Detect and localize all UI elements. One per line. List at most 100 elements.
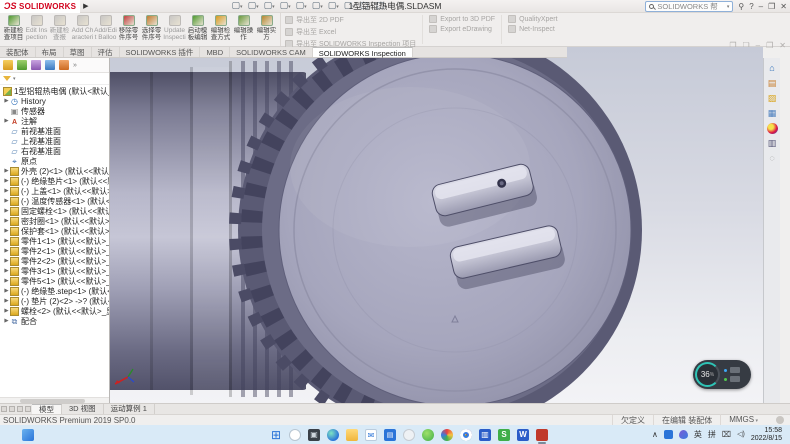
ribbon-tab[interactable]: 布局 <box>36 47 64 57</box>
expand-arrow-icon[interactable]: ▶ <box>3 248 10 254</box>
task-pane-icon[interactable] <box>767 78 778 89</box>
tree-item[interactable]: ▶ (-) 绝缘垫.step<1> (默认<<默认 <box>0 286 109 296</box>
quick-access-icon[interactable]: ▢▾ <box>296 0 307 12</box>
tree-item[interactable]: ▶ 固定螺栓<1> (默认<<默认>_显示 <box>0 206 109 216</box>
tree-item[interactable]: ▶ 保护套<1> (默认<<默认>_显示状 <box>0 226 109 236</box>
document-tab[interactable]: 运动算例 1 <box>104 404 155 414</box>
close-button[interactable]: ✕ <box>780 2 787 11</box>
user-account-icon[interactable]: ⚲ <box>738 2 744 11</box>
document-tab[interactable]: 3D 视图 <box>62 404 104 414</box>
ribbon-button[interactable]: Add/Edit Balloons <box>94 14 117 46</box>
feature-tree-tab-icon[interactable] <box>3 60 13 70</box>
quick-access-icon[interactable]: ▢▾ <box>344 0 355 12</box>
filter-dropdown-icon[interactable]: ▾ <box>13 76 16 82</box>
ribbon-tab[interactable]: MBD <box>200 47 230 57</box>
restore-button[interactable]: ❐ <box>768 2 775 11</box>
export-menu-item[interactable]: Export eDrawing <box>429 25 495 33</box>
tab-overflow-icon[interactable]: » <box>73 62 77 69</box>
expand-arrow-icon[interactable]: ▶ <box>3 198 10 204</box>
taskbar-app-icon[interactable]: S <box>498 429 510 441</box>
dimxpert-tab-icon[interactable] <box>45 60 55 70</box>
taskbar-app-icon[interactable] <box>270 429 282 441</box>
ribbon-button[interactable]: 选择零件序号 <box>140 14 163 46</box>
expand-arrow-icon[interactable]: ▶ <box>3 168 10 174</box>
tree-item[interactable]: ▶ 外壳 (2)<1> (默认<<默认>_显示状 <box>0 166 109 176</box>
ribbon-tab[interactable]: SOLIDWORKS Inspection <box>313 47 413 57</box>
tree-item[interactable]: ▶ (-) 绝缘垫片<1> (默认<<默认>_显 <box>0 176 109 186</box>
quick-access-icon[interactable]: ▢▾ <box>312 0 323 12</box>
expand-arrow-icon[interactable]: ▶ <box>3 298 10 304</box>
ribbon-button[interactable]: Update Inspection Project <box>163 14 186 46</box>
expand-arrow-icon[interactable]: ▶ <box>3 188 10 194</box>
tree-item[interactable]: ▶ (-) 垫片 (2)<2> ->? (默认<<默认 <box>0 296 109 306</box>
taskbar-app-icon[interactable] <box>327 429 339 441</box>
expand-arrow-icon[interactable]: ▶ <box>3 318 10 324</box>
ribbon-tab[interactable]: 装配体 <box>0 47 36 57</box>
expand-arrow-icon[interactable]: ▶ <box>3 258 10 264</box>
expand-arrow-icon[interactable]: ▶ <box>3 268 10 274</box>
ribbon-button[interactable]: 移除零件序号 <box>117 14 140 46</box>
configurations-tab-icon[interactable] <box>31 60 41 70</box>
status-segment[interactable]: 欠定义 <box>612 415 653 426</box>
tree-item[interactable]: ▶ 零件2<2> (默认<<默认>_显示状态 <box>0 256 109 266</box>
doc-restore-icon[interactable]: ❐ <box>766 41 773 50</box>
task-pane-icon[interactable] <box>767 93 778 104</box>
ribbon-button[interactable]: 新建检查报 <box>48 14 71 46</box>
tree-item[interactable]: ▶ History <box>0 96 109 106</box>
graphics-viewport[interactable]: ◈◈◈◈◈◈◈◈◈◈◈ 36% <box>110 47 763 403</box>
quick-access-icon[interactable]: ▢▾ <box>328 0 339 12</box>
task-pane-icon[interactable] <box>767 63 778 74</box>
quick-access-icon[interactable]: ▢▾ <box>360 0 371 12</box>
doc-close-icon[interactable]: ✕ <box>779 41 786 50</box>
expand-arrow-icon[interactable]: ▶ <box>3 218 10 224</box>
cast-icon[interactable] <box>722 430 731 440</box>
tree-item[interactable]: ▶ 零件3<1> (默认<<默认>_显示状态 <box>0 266 109 276</box>
tree-item[interactable]: ▶ 零件5<1> (默认<<默认>_显示状态 <box>0 276 109 286</box>
display-manager-tab-icon[interactable] <box>59 60 69 70</box>
task-pane-icon[interactable] <box>767 138 778 149</box>
expand-arrow-icon[interactable]: ▶ <box>3 228 10 234</box>
status-globe-icon[interactable] <box>776 416 784 424</box>
property-manager-tab-icon[interactable] <box>17 60 27 70</box>
taskbar-app-icon[interactable] <box>479 429 491 441</box>
taskbar-app-icon[interactable] <box>422 429 434 441</box>
search-input[interactable]: 搜索 SOLIDWORKS 帮助 ▾ <box>645 1 733 12</box>
ribbon-button[interactable]: 启动模板编辑器 <box>186 14 209 46</box>
ribbon-tab[interactable]: SOLIDWORKS 插件 <box>120 47 201 57</box>
tab-scroll-right2-icon[interactable] <box>25 406 31 412</box>
task-pane-icon[interactable] <box>767 108 778 119</box>
expand-arrow-icon[interactable]: ▶ <box>3 98 10 104</box>
taskbar-app-icon[interactable] <box>441 429 453 441</box>
taskbar-app-icon[interactable] <box>460 429 472 441</box>
quick-access-icon[interactable]: ▢▾ <box>376 0 387 12</box>
export-menu-item[interactable]: 导出至 2D PDF <box>285 15 416 25</box>
tree-item[interactable]: ▶ 密封圈<1> (默认<<默认>_显示状 <box>0 216 109 226</box>
taskbar-app-icon[interactable] <box>384 429 396 441</box>
filter-funnel-icon[interactable] <box>3 76 11 81</box>
taskbar-app-icon[interactable] <box>346 429 358 441</box>
task-pane-icon[interactable] <box>767 153 778 164</box>
quick-access-icon[interactable]: ▢▾ <box>248 0 259 12</box>
expand-arrow-icon[interactable]: ▶ <box>3 238 10 244</box>
tray-expand-icon[interactable]: ∧ <box>652 430 658 440</box>
widget-camera-icon[interactable] <box>730 367 740 373</box>
ribbon-button[interactable]: 编辑检查方式 <box>209 14 232 46</box>
expand-arrow-icon[interactable]: ▶ <box>3 308 10 314</box>
widget-record-icon[interactable] <box>730 376 740 382</box>
tree-item[interactable]: ▶ 配合 <box>0 316 109 326</box>
tab-scroll-left-icon[interactable] <box>1 406 7 412</box>
document-tab[interactable]: 模型 <box>32 404 62 414</box>
status-segment[interactable]: 在编辑 装配体 <box>653 415 720 426</box>
tree-item[interactable]: ▶ (-) 温度传感器<1> (默认<<默认>_ <box>0 196 109 206</box>
ribbon-button[interactable]: 编辑操作 <box>232 14 255 46</box>
quick-access-icon[interactable]: ▢▾ <box>280 0 291 12</box>
ribbon-tab[interactable]: SOLIDWORKS CAM <box>230 47 313 57</box>
tree-item[interactable]: ▶ 传感器 <box>0 106 109 116</box>
expand-arrow-icon[interactable]: ▶ <box>3 208 10 214</box>
scrollbar-thumb[interactable] <box>20 399 85 403</box>
task-pane-icon[interactable] <box>767 123 778 134</box>
tree-item[interactable]: ▶ 上视基准面 <box>0 136 109 146</box>
export-menu-item[interactable]: Net-Inspect <box>508 25 558 33</box>
expand-arrow-icon[interactable]: ▶ <box>3 288 10 294</box>
export-menu-item[interactable]: Export to 3D PDF <box>429 15 495 23</box>
